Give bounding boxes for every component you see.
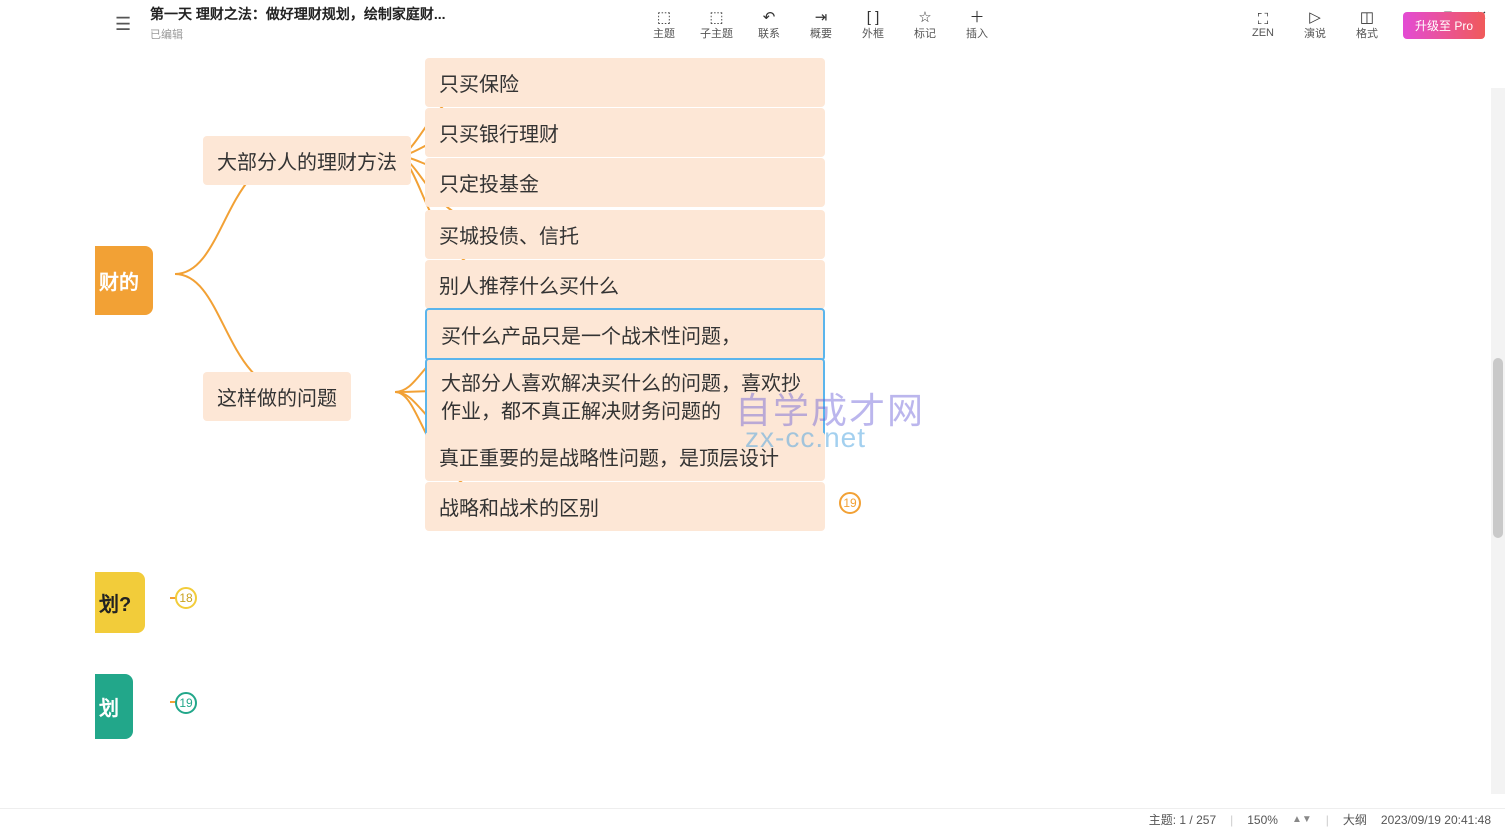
summary-button[interactable]: ⇥概要 [805,10,837,41]
upgrade-pro-button[interactable]: 升级至 Pro [1403,12,1485,39]
mindmap-canvas[interactable]: 财的 大部分人的理财方法 只买保险 只买银行理财 只定投基金 买城投债、信托 别… [95,44,1505,812]
main-toolbar: ⬚主题 ⬚子主题 ↶联系 ⇥概要 [ ]外框 ☆标记 ＋插入 [648,10,993,41]
summary-icon: ⇥ [815,10,828,25]
fullscreen-icon: ⛶ [1258,12,1269,27]
count-badge[interactable]: 19 [175,692,197,714]
topic-count-label: 主题: 1 / 257 [1149,811,1216,828]
leaf-node[interactable]: 战略和战术的区别 [425,482,825,531]
star-icon: ☆ [918,10,931,25]
status-bar: 主题: 1 / 257 | 150% ▲▼ | 大纲 2023/09/19 20… [0,808,1505,830]
plus-icon: ＋ [969,10,984,25]
document-title: 第一天 理财之法：做好理财规划，绘制家庭财... [150,4,446,24]
watermark-url: zx-cc.net [745,422,866,454]
branch-node[interactable]: 大部分人的理财方法 [203,136,411,185]
count-badge[interactable]: 19 [839,492,861,514]
insert-button[interactable]: ＋插入 [961,10,993,41]
boundary-button[interactable]: [ ]外框 [857,10,889,41]
panel-icon: ◫ [1360,10,1374,25]
branch-node[interactable]: 这样做的问题 [203,372,351,421]
zoom-level[interactable]: 150% [1247,813,1278,827]
relation-button[interactable]: ↶联系 [753,10,785,41]
present-button[interactable]: ▷演说 [1299,10,1331,41]
leaf-node-selected[interactable]: 买什么产品只是一个战术性问题， [425,308,825,361]
relation-icon: ↶ [763,10,776,25]
timestamp: 2023/09/19 20:41:48 [1381,813,1491,827]
play-icon: ▷ [1309,10,1321,25]
root-node[interactable]: 财的 [95,246,153,315]
leaf-node[interactable]: 只买银行理财 [425,108,825,157]
yellow-node[interactable]: 划? [95,572,145,633]
count-badge[interactable]: 18 [175,587,197,609]
leaf-node[interactable]: 别人推荐什么买什么 [425,260,825,309]
leaf-node[interactable]: 只买保险 [425,58,825,107]
leaf-node[interactable]: 买城投债、信托 [425,210,825,259]
boundary-icon: [ ] [867,10,880,25]
leaf-node[interactable]: 只定投基金 [425,158,825,207]
document-status: 已编辑 [150,26,446,42]
vertical-scrollbar[interactable] [1491,88,1505,794]
subtopic-button[interactable]: ⬚子主题 [700,10,733,41]
teal-node[interactable]: 划 [95,674,133,739]
zen-button[interactable]: ⛶ZEN [1247,12,1279,39]
topic-button[interactable]: ⬚主题 [648,10,680,41]
marker-button[interactable]: ☆标记 [909,10,941,41]
zoom-stepper[interactable]: ▲▼ [1292,814,1312,825]
topic-icon: ⬚ [657,10,671,25]
format-button[interactable]: ◫格式 [1351,10,1383,41]
outline-toggle[interactable]: 大纲 [1343,811,1367,828]
subtopic-icon: ⬚ [709,10,723,25]
